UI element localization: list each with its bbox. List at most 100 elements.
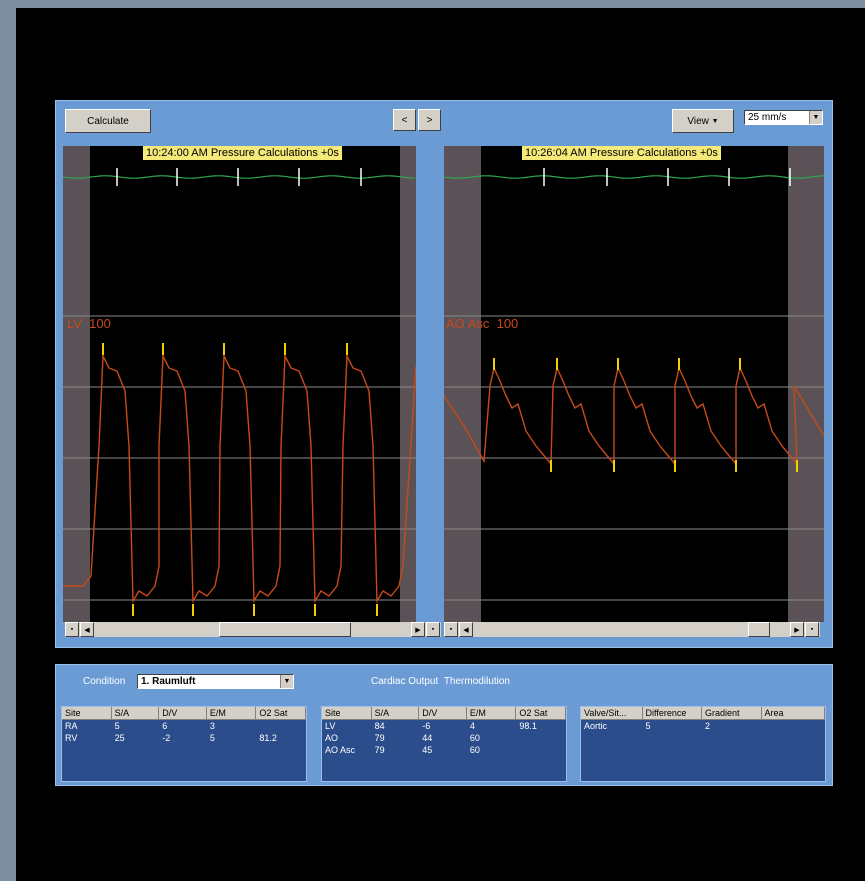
table-cell: RA bbox=[65, 721, 78, 731]
right-channel-label: AO Asc 100 bbox=[446, 316, 518, 331]
blanking-region bbox=[63, 146, 90, 622]
pressure-trace bbox=[444, 365, 824, 467]
right-channel-name: AO Asc bbox=[446, 316, 490, 331]
table-header[interactable]: D/V bbox=[159, 707, 207, 720]
calculate-button[interactable]: Calculate bbox=[65, 109, 151, 133]
speed-select[interactable]: 25 mm/s ▼ bbox=[744, 110, 823, 125]
table-cell: 6 bbox=[162, 721, 168, 731]
left-waveform-plot: 10:24:00 AM Pressure Calculations +0s bbox=[63, 146, 416, 622]
table-header[interactable]: Difference bbox=[642, 707, 703, 720]
left-channel-label: LV 100 bbox=[67, 316, 111, 331]
left-scroll-right-icon[interactable]: ▶ bbox=[411, 622, 425, 637]
table-cell: 60 bbox=[469, 733, 480, 743]
table-cell bbox=[256, 720, 306, 732]
dropdown-arrow-icon: ▼ bbox=[711, 117, 719, 125]
condition-label: Condition bbox=[83, 676, 126, 687]
table-cell: 2 bbox=[705, 721, 711, 731]
table-cell bbox=[516, 732, 566, 744]
table-header[interactable]: Valve/Sit... bbox=[581, 707, 643, 720]
table-row[interactable]: AO 79 44 60 bbox=[322, 732, 566, 744]
right-scroll-thumb[interactable] bbox=[748, 622, 770, 637]
right-scroll-right-icon[interactable]: ▶ bbox=[790, 622, 804, 637]
cardiac-output-label: Cardiac Output Thermodilution bbox=[371, 676, 510, 687]
table-cell: 44 bbox=[422, 733, 433, 743]
table-header[interactable]: Site bbox=[62, 707, 112, 720]
prev-button[interactable]: < bbox=[393, 109, 416, 131]
blanking-region bbox=[788, 146, 824, 622]
pressure-trace bbox=[63, 353, 416, 604]
left-scrollbar[interactable]: ▪ ◀ ▶ ▪ bbox=[65, 622, 441, 637]
left-scroll-end-icon[interactable]: ▪ bbox=[426, 622, 440, 637]
table-cell: 25 bbox=[114, 733, 125, 743]
table-row[interactable]: Aortic 5 2 bbox=[581, 720, 825, 732]
left-channel-scale: 100 bbox=[89, 316, 111, 331]
table-cell: 79 bbox=[374, 745, 385, 755]
table-cell: RV bbox=[65, 733, 78, 743]
left-channel-name: LV bbox=[67, 316, 82, 331]
table-right-heart: Site S/A D/V E/M O2 Sat RA 5 6 3 RV 25 -… bbox=[61, 706, 307, 782]
table-header[interactable]: E/M bbox=[466, 707, 517, 720]
table-header[interactable]: O2 Sat bbox=[516, 707, 566, 720]
table-left-heart: Site S/A D/V E/M O2 Sat LV 84 -6 4 98.1 … bbox=[321, 706, 567, 782]
left-scroll-left-icon[interactable]: ◀ bbox=[80, 622, 94, 637]
table-header[interactable]: D/V bbox=[419, 707, 467, 720]
table-cell bbox=[516, 744, 566, 756]
table-header[interactable]: Gradient bbox=[702, 707, 762, 720]
ecg-trace bbox=[63, 175, 416, 179]
table-header[interactable]: E/M bbox=[206, 707, 257, 720]
table-cell: AO Asc bbox=[325, 745, 356, 755]
right-channel-scale: 100 bbox=[496, 316, 519, 331]
table-header[interactable]: S/A bbox=[371, 707, 420, 720]
table-row[interactable]: RA 5 6 3 bbox=[62, 720, 306, 732]
table-header[interactable]: O2 Sat bbox=[256, 707, 306, 720]
thermodilution-text: Thermodilution bbox=[443, 676, 510, 687]
blanking-region bbox=[444, 146, 481, 622]
calculate-label: Calculate bbox=[87, 115, 129, 127]
right-scroll-left-icon[interactable]: ◀ bbox=[459, 622, 473, 637]
table-cell: 5 bbox=[114, 721, 120, 731]
chevron-down-icon[interactable]: ▼ bbox=[809, 111, 822, 124]
table-cell: 79 bbox=[374, 733, 385, 743]
right-scroll-end-icon[interactable]: ▪ bbox=[805, 622, 819, 637]
ecg-trace bbox=[444, 175, 824, 179]
table-row[interactable]: LV 84 -6 4 98.1 bbox=[322, 720, 566, 732]
prev-label: < bbox=[401, 114, 408, 126]
cardiac-output-text: Cardiac Output bbox=[371, 676, 439, 687]
table-cell: 5 bbox=[209, 733, 215, 743]
left-timestamp: 10:24:00 AM Pressure Calculations +0s bbox=[143, 146, 342, 160]
table-cell: 98.1 bbox=[519, 721, 537, 731]
table-cell: 45 bbox=[422, 745, 433, 755]
left-scroll-thumb[interactable] bbox=[219, 622, 351, 637]
right-waveform-plot: 10:26:04 AM Pressure Calculations +0s bbox=[444, 146, 824, 622]
table-cell: 3 bbox=[209, 721, 215, 731]
table-cell: 60 bbox=[469, 745, 480, 755]
left-scroll-menu-icon[interactable]: ▪ bbox=[65, 622, 79, 637]
table-header[interactable]: Area bbox=[761, 707, 825, 720]
left-waveform-svg bbox=[63, 146, 416, 622]
table-cell: -2 bbox=[162, 733, 171, 743]
table-header[interactable]: Site bbox=[322, 707, 372, 720]
speed-value: 25 mm/s bbox=[748, 112, 787, 123]
condition-select[interactable]: 1. Raumluft ▼ bbox=[137, 674, 294, 689]
table-cell: LV bbox=[325, 721, 336, 731]
view-label: View bbox=[687, 115, 709, 127]
table-valve: Valve/Sit... Difference Gradient Area Ao… bbox=[580, 706, 826, 782]
table-cell: 4 bbox=[469, 721, 475, 731]
table-cell: 5 bbox=[645, 721, 651, 731]
view-button[interactable]: View ▼ bbox=[672, 109, 734, 133]
right-scrollbar[interactable]: ▪ ◀ ▶ ▪ bbox=[444, 622, 820, 637]
chevron-down-icon[interactable]: ▼ bbox=[280, 675, 293, 688]
right-timestamp: 10:26:04 AM Pressure Calculations +0s bbox=[522, 146, 721, 160]
next-button[interactable]: > bbox=[418, 109, 441, 131]
table-header[interactable]: S/A bbox=[111, 707, 160, 720]
right-scroll-menu-icon[interactable]: ▪ bbox=[444, 622, 458, 637]
table-cell bbox=[762, 720, 825, 732]
next-label: > bbox=[426, 114, 433, 126]
table-cell: Aortic bbox=[584, 721, 608, 731]
condition-value: 1. Raumluft bbox=[141, 676, 196, 687]
table-row[interactable]: RV 25 -2 5 81.2 bbox=[62, 732, 306, 744]
blanking-region bbox=[400, 146, 416, 622]
table-cell: AO bbox=[325, 733, 339, 743]
table-cell: 81.2 bbox=[259, 733, 277, 743]
table-row[interactable]: AO Asc 79 45 60 bbox=[322, 744, 566, 756]
